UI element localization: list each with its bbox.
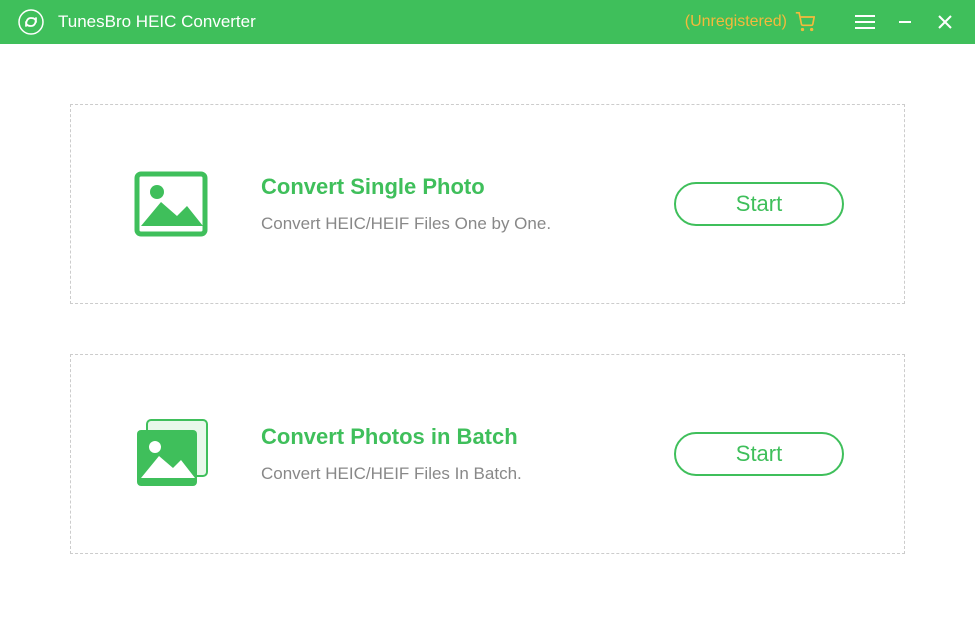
- app-title: TunesBro HEIC Converter: [58, 12, 256, 32]
- single-photo-icon: [131, 164, 211, 244]
- cart-icon[interactable]: [795, 12, 815, 32]
- start-single-button[interactable]: Start: [674, 182, 844, 226]
- convert-single-card: Convert Single Photo Convert HEIC/HEIF F…: [70, 104, 905, 304]
- close-button[interactable]: [925, 0, 965, 44]
- minimize-button[interactable]: [885, 0, 925, 44]
- menu-icon[interactable]: [845, 0, 885, 44]
- single-card-text: Convert Single Photo Convert HEIC/HEIF F…: [261, 174, 674, 234]
- app-window: TunesBro HEIC Converter (Unregistered): [0, 0, 975, 641]
- batch-card-text: Convert Photos in Batch Convert HEIC/HEI…: [261, 424, 674, 484]
- batch-card-title: Convert Photos in Batch: [261, 424, 674, 450]
- single-card-title: Convert Single Photo: [261, 174, 674, 200]
- convert-batch-card: Convert Photos in Batch Convert HEIC/HEI…: [70, 354, 905, 554]
- start-batch-button[interactable]: Start: [674, 432, 844, 476]
- app-logo-icon: [18, 9, 44, 35]
- main-content: Convert Single Photo Convert HEIC/HEIF F…: [0, 44, 975, 641]
- batch-card-desc: Convert HEIC/HEIF Files In Batch.: [261, 464, 674, 484]
- batch-photo-icon: [131, 414, 211, 494]
- single-card-desc: Convert HEIC/HEIF Files One by One.: [261, 214, 674, 234]
- titlebar: TunesBro HEIC Converter (Unregistered): [0, 0, 975, 44]
- unregistered-label[interactable]: (Unregistered): [685, 13, 787, 31]
